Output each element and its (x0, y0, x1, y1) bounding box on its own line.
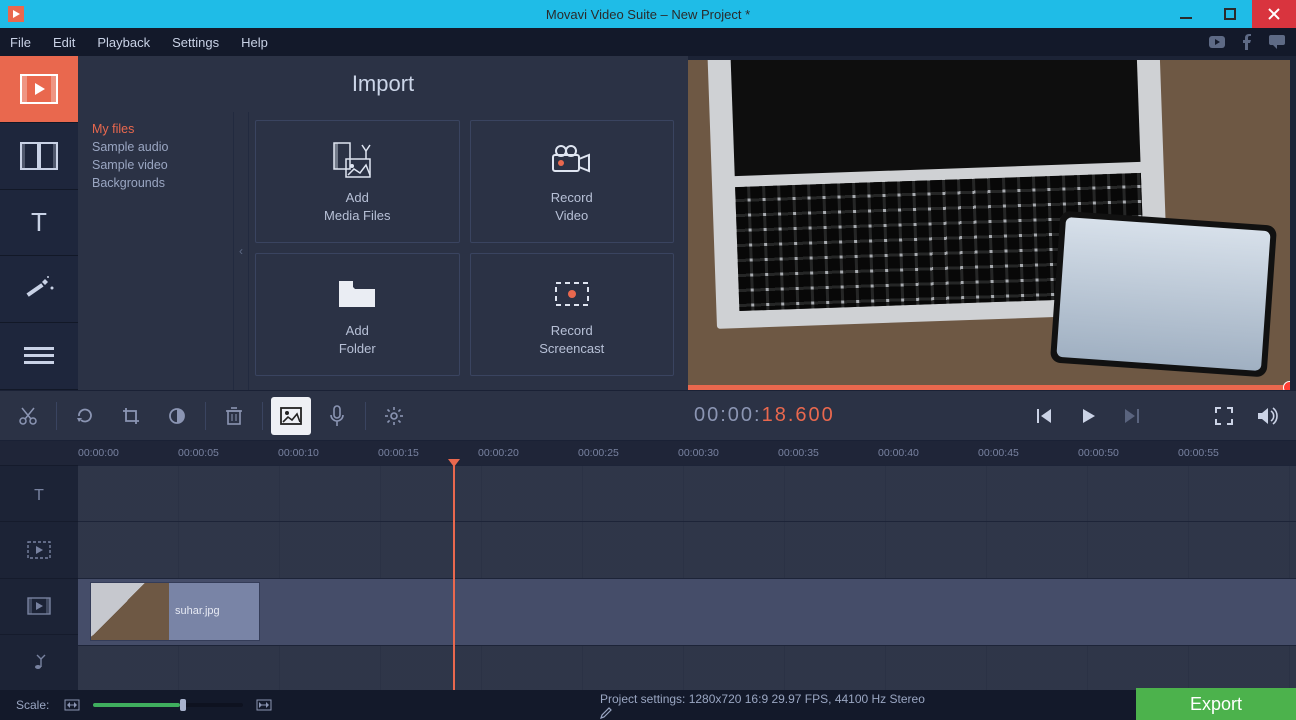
svg-text:T: T (34, 487, 44, 504)
timecode-prefix: 00:00: (694, 404, 762, 427)
preview-viewport[interactable] (688, 60, 1290, 390)
fullscreen-button[interactable] (1206, 398, 1242, 434)
timecode-display: 00:00:18.600 (694, 404, 835, 427)
play-button[interactable] (1070, 398, 1106, 434)
app-icon (6, 4, 26, 24)
track-lanes[interactable]: suhar.jpg (78, 465, 1296, 690)
ruler-tick: 00:00:15 (378, 441, 419, 465)
timeline: 00:00:00 00:00:05 00:00:10 00:00:15 00:0… (0, 440, 1296, 690)
controls-row: 00:00:18.600 (0, 390, 1296, 440)
record-screencast-button[interactable]: Record Screencast (470, 253, 675, 376)
edit-toolbar (0, 391, 688, 440)
window-maximize-button[interactable] (1208, 0, 1252, 28)
window-titlebar: Movavi Video Suite – New Project * (0, 0, 1296, 28)
next-frame-button[interactable] (1114, 398, 1150, 434)
clip-label: suhar.jpg (169, 605, 220, 617)
tab-more[interactable] (0, 323, 78, 390)
project-settings-text: Project settings: 1280x720 16:9 29.97 FP… (600, 692, 931, 719)
window-title: Movavi Video Suite – New Project * (0, 7, 1296, 22)
track-headers: T (0, 465, 78, 690)
prev-frame-button[interactable] (1026, 398, 1062, 434)
record-video-button[interactable]: Record Video (470, 120, 675, 243)
menu-edit[interactable]: Edit (53, 35, 75, 50)
ruler-tick: 00:00:55 (1178, 441, 1219, 465)
rotate-button[interactable] (65, 397, 105, 435)
category-backgrounds[interactable]: Backgrounds (86, 174, 233, 192)
add-media-files-button[interactable]: Add Media Files (255, 120, 460, 243)
tab-transitions[interactable] (0, 123, 78, 190)
folder-icon (336, 272, 378, 316)
collapse-handle[interactable]: ‹ (233, 112, 249, 390)
cut-button[interactable] (8, 397, 48, 435)
community-icon[interactable] (1268, 33, 1286, 51)
add-folder-button[interactable]: Add Folder (255, 253, 460, 376)
ruler-tick: 00:00:35 (778, 441, 819, 465)
settings-gear-button[interactable] (374, 397, 414, 435)
media-files-icon (332, 139, 382, 183)
facebook-icon[interactable] (1238, 33, 1256, 51)
track-head-video[interactable] (0, 578, 78, 634)
record-audio-button[interactable] (317, 397, 357, 435)
delete-button[interactable] (214, 397, 254, 435)
zoom-slider-knob[interactable] (180, 699, 186, 711)
zoom-slider[interactable] (93, 703, 243, 707)
crop-button[interactable] (111, 397, 151, 435)
clip-thumbnail (91, 583, 169, 640)
camcorder-icon (549, 139, 595, 183)
add-media-label: Add Media Files (324, 189, 390, 224)
menu-help[interactable]: Help (241, 35, 268, 50)
category-my-files[interactable]: My files (86, 120, 233, 138)
export-button[interactable]: Export (1136, 688, 1296, 720)
tab-import[interactable] (0, 56, 78, 123)
clip-properties-button[interactable] (271, 397, 311, 435)
record-screencast-label: Record Screencast (539, 322, 604, 357)
timeline-playhead[interactable] (453, 465, 455, 690)
scale-label: Scale: (16, 698, 49, 712)
zoom-fit-button[interactable] (62, 695, 82, 715)
preview-panel (688, 56, 1296, 390)
zoom-full-button[interactable] (254, 695, 274, 715)
track-head-titles[interactable]: T (0, 465, 78, 521)
tab-titles[interactable]: T (0, 190, 78, 257)
import-heading: Import (78, 56, 688, 112)
tab-effects[interactable] (0, 256, 78, 323)
color-adjust-button[interactable] (157, 397, 197, 435)
menubar: File Edit Playback Settings Help (0, 28, 1296, 56)
record-video-label: Record Video (551, 189, 593, 224)
menu-playback[interactable]: Playback (97, 35, 150, 50)
ruler-tick: 00:00:10 (278, 441, 319, 465)
add-folder-label: Add Folder (339, 322, 376, 357)
preview-seekbar[interactable] (688, 385, 1290, 390)
window-minimize-button[interactable] (1164, 0, 1208, 28)
youtube-icon[interactable] (1208, 33, 1226, 51)
playback-controls: 00:00:18.600 (688, 391, 1296, 440)
ruler-tick: 00:00:05 (178, 441, 219, 465)
ruler-tick: 00:00:25 (578, 441, 619, 465)
screencast-icon (552, 272, 592, 316)
track-head-overlay[interactable] (0, 521, 78, 577)
ruler-tick: 00:00:20 (478, 441, 519, 465)
menu-settings[interactable]: Settings (172, 35, 219, 50)
track-head-audio[interactable] (0, 634, 78, 690)
seek-knob[interactable] (1283, 381, 1290, 390)
volume-button[interactable] (1250, 398, 1286, 434)
category-sample-audio[interactable]: Sample audio (86, 138, 233, 156)
ruler-tick: 00:00:00 (78, 441, 119, 465)
ruler-tick: 00:00:40 (878, 441, 919, 465)
timecode-accent: 18.600 (762, 404, 835, 427)
window-close-button[interactable] (1252, 0, 1296, 28)
import-category-list: My files Sample audio Sample video Backg… (78, 112, 233, 390)
status-bar: Scale: Project settings: 1280x720 16:9 2… (0, 690, 1296, 720)
category-sample-video[interactable]: Sample video (86, 156, 233, 174)
timeline-clip[interactable]: suhar.jpg (90, 582, 260, 641)
timeline-ruler[interactable]: 00:00:00 00:00:05 00:00:10 00:00:15 00:0… (0, 441, 1296, 465)
svg-text:T: T (31, 207, 47, 237)
ruler-tick: 00:00:30 (678, 441, 719, 465)
ruler-tick: 00:00:50 (1078, 441, 1119, 465)
sidebar-tabs: T (0, 56, 78, 390)
import-panel: Import My files Sample audio Sample vide… (78, 56, 688, 390)
ruler-tick: 00:00:45 (978, 441, 1019, 465)
edit-project-settings-button[interactable] (600, 706, 931, 719)
menu-file[interactable]: File (10, 35, 31, 50)
